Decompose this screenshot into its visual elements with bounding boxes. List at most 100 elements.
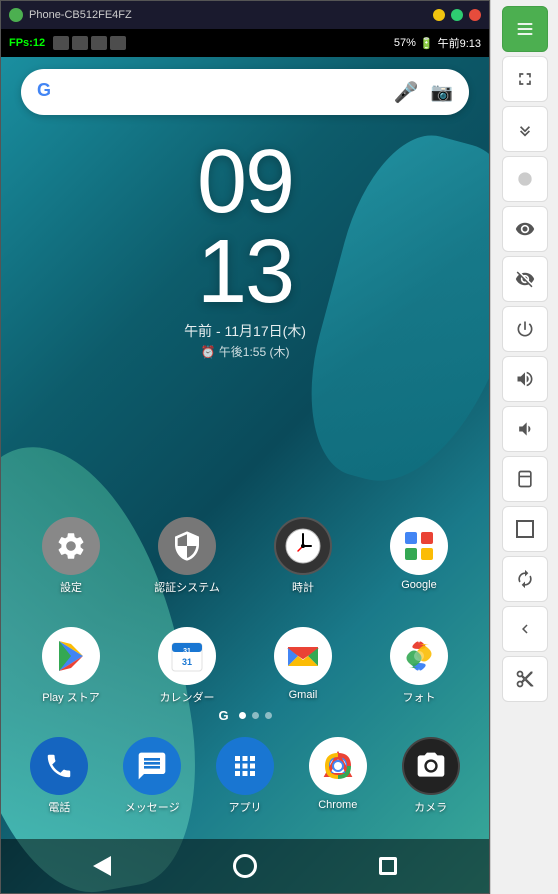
apps-icon-wrap (216, 737, 274, 795)
green-toggle-button[interactable] (502, 6, 548, 52)
gmail-label: Gmail (289, 689, 318, 701)
eye-button[interactable] (502, 206, 548, 252)
camera-label: カメラ (414, 799, 447, 815)
app-google[interactable]: Google (379, 517, 459, 595)
app-calendar[interactable]: 31 31 カレンダー (147, 627, 227, 705)
app-auth[interactable]: 認証システム (147, 517, 227, 595)
page-dot-3 (265, 712, 272, 719)
back-panel-button[interactable] (502, 606, 548, 652)
volume-down-button[interactable] (502, 406, 548, 452)
camera-icon-wrap (402, 737, 460, 795)
home-nav-icon (233, 854, 257, 878)
photos-icon-wrap (390, 627, 448, 685)
phone-screen: G 🎤 📷 09 13 午前 - 11月17日(木) ⏰ 午後1:55 (木) … (1, 57, 489, 893)
playstore-label: Play ストア (42, 689, 99, 705)
phone-window: Phone-CB512FE4FZ ─ □ × FPs:12 57% 🔋 午前9:… (0, 0, 490, 894)
clock-hour: 09 (1, 137, 489, 227)
fullscreen-button[interactable] (502, 56, 548, 102)
volume-up-button[interactable] (502, 356, 548, 402)
eye-slash-button[interactable] (502, 256, 548, 302)
back-nav-icon (93, 856, 111, 876)
home-nav-button[interactable] (227, 848, 263, 884)
clock-icon-wrap (274, 517, 332, 575)
scissors-button[interactable] (502, 656, 548, 702)
square-button[interactable] (502, 506, 548, 552)
navigation-bar (1, 839, 489, 893)
status-bar: FPs:12 57% 🔋 午前9:13 (1, 29, 489, 57)
phone-icon-wrap (30, 737, 88, 795)
wifi-icon (91, 36, 107, 50)
app-settings[interactable]: 設定 (31, 517, 111, 595)
clock-date: 午前 - 11月17日(木) (1, 321, 489, 341)
page-dot-1 (239, 712, 246, 719)
nfc-icon (53, 36, 69, 50)
auth-label: 認証システム (154, 579, 220, 595)
playstore-icon-wrap (42, 627, 100, 685)
app-photos[interactable]: フォト (379, 627, 459, 705)
app-clock[interactable]: 時計 (263, 517, 343, 595)
messages-label: メッセージ (125, 799, 180, 815)
app-apps[interactable]: アプリ (205, 737, 285, 815)
calendar-icon-wrap: 31 31 (158, 627, 216, 685)
signal-icon (110, 36, 126, 50)
phone-label: 電話 (48, 799, 70, 815)
status-right: 57% 🔋 午前9:13 (394, 35, 481, 51)
photos-label: フォト (403, 689, 436, 705)
maximize-button[interactable]: □ (451, 9, 463, 21)
alarm-icon (72, 36, 88, 50)
chrome-label: Chrome (318, 799, 357, 811)
recent-nav-icon (379, 857, 397, 875)
apps-label: アプリ (228, 799, 261, 815)
svg-text:31: 31 (182, 657, 192, 667)
microphone-icon[interactable]: 🎤 (394, 80, 419, 105)
clock-widget: 09 13 午前 - 11月17日(木) ⏰ 午後1:55 (木) (1, 137, 489, 360)
google-label: Google (401, 579, 436, 591)
lens-icon[interactable]: 📷 (431, 82, 453, 103)
app-gmail[interactable]: Gmail (263, 627, 343, 705)
google-search-bar[interactable]: G 🎤 📷 (21, 69, 469, 115)
settings-icon-wrap (42, 517, 100, 575)
page-indicators: G (1, 708, 489, 723)
google-icon-wrap (390, 517, 448, 575)
circle-button[interactable] (502, 156, 548, 202)
refresh-button[interactable] (502, 556, 548, 602)
app-chrome[interactable]: Chrome (298, 737, 378, 815)
messages-icon-wrap (123, 737, 181, 795)
app-icon (9, 8, 23, 22)
right-panel (490, 0, 558, 894)
close-button[interactable]: × (469, 9, 481, 21)
google-logo: G (37, 80, 61, 104)
google-indicator: G (218, 708, 228, 723)
screen-rotate-button[interactable] (502, 456, 548, 502)
app-phone[interactable]: 電話 (19, 737, 99, 815)
app-row-1: 設定 認証システム (1, 517, 489, 595)
svg-text:31: 31 (183, 648, 191, 655)
app-camera[interactable]: カメラ (391, 737, 471, 815)
app-row-2: Play ストア 31 31 カレンダー (1, 627, 489, 705)
clock-minute: 13 (1, 227, 489, 317)
time-display: 午前9:13 (438, 35, 481, 51)
minimize-button[interactable]: ─ (433, 9, 445, 21)
chrome-icon-wrap (309, 737, 367, 795)
title-bar: Phone-CB512FE4FZ ─ □ × (1, 1, 489, 29)
window-controls: ─ □ × (433, 9, 481, 21)
gmail-icon-wrap (274, 627, 332, 685)
page-dot-2 (252, 712, 259, 719)
battery-icon: 🔋 (420, 37, 434, 50)
window-title: Phone-CB512FE4FZ (29, 9, 433, 21)
scroll-down-button[interactable] (502, 106, 548, 152)
app-messages[interactable]: メッセージ (112, 737, 192, 815)
back-nav-button[interactable] (84, 848, 120, 884)
battery-percent: 57% (394, 37, 416, 49)
clock-alarm: ⏰ 午後1:55 (木) (1, 343, 489, 360)
status-icons-left (53, 36, 394, 50)
power-button[interactable] (502, 306, 548, 352)
fps-counter: FPs:12 (9, 37, 45, 49)
app-row-3-dock: 電話 メッセージ アプリ (1, 737, 489, 815)
auth-icon-wrap (158, 517, 216, 575)
calendar-label: カレンダー (160, 689, 215, 705)
clock-app-label: 時計 (292, 579, 314, 595)
settings-label: 設定 (60, 579, 82, 595)
recent-nav-button[interactable] (370, 848, 406, 884)
app-playstore[interactable]: Play ストア (31, 627, 111, 705)
